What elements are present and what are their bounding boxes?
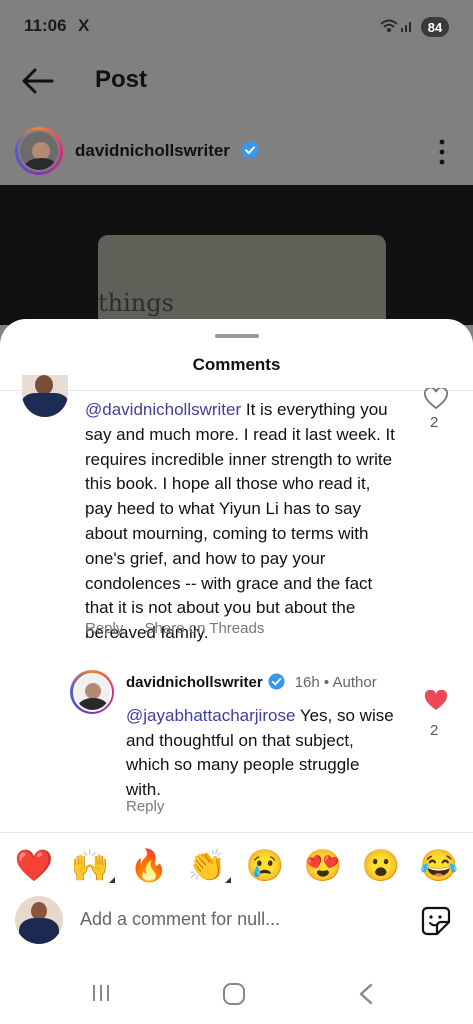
comment-body: It is everything you say and much more. … xyxy=(85,400,395,643)
current-user-avatar xyxy=(15,896,63,944)
divider xyxy=(0,832,473,833)
post-owner-avatar[interactable] xyxy=(15,127,63,175)
battery-indicator: 84 xyxy=(421,17,449,37)
drag-handle[interactable] xyxy=(215,334,259,338)
fire-emoji-button[interactable]: 🔥 xyxy=(130,846,169,884)
surprised-emoji-button[interactable]: 😮 xyxy=(362,846,401,884)
verified-badge-icon xyxy=(241,141,259,159)
verified-badge-icon xyxy=(268,673,285,690)
system-back-icon[interactable] xyxy=(358,983,374,1005)
reply-author-avatar[interactable] xyxy=(70,670,114,714)
reply-username[interactable]: davidnichollswriter xyxy=(126,674,263,691)
author-label: • Author xyxy=(323,674,377,691)
divider xyxy=(0,390,473,391)
variant-indicator xyxy=(225,877,231,883)
heart-eyes-emoji-button[interactable]: 😍 xyxy=(304,846,343,884)
comments-title: Comments xyxy=(192,355,281,374)
post-image: things xyxy=(0,185,473,325)
reply-time: 16h xyxy=(294,674,320,691)
comment-actions: Reply Share on Threads xyxy=(85,620,281,637)
share-on-threads-button[interactable]: Share on Threads xyxy=(145,620,265,637)
variant-indicator xyxy=(109,877,115,883)
comment-text: @davidnichollswriter It is everything yo… xyxy=(85,398,395,646)
wifi-icon xyxy=(380,19,398,32)
signal-icon xyxy=(401,22,411,32)
reply-mention[interactable]: @jayabhattacharjirose xyxy=(126,706,295,725)
reply-header: davidnichollswriter 16h • Author xyxy=(126,673,377,691)
sticker-icon[interactable] xyxy=(421,906,451,936)
system-navigation-bar xyxy=(0,975,473,1024)
heart-outline-icon[interactable] xyxy=(424,388,448,410)
crying-emoji-button[interactable]: 😢 xyxy=(246,846,285,884)
post-owner-username[interactable]: davidnichollswriter xyxy=(75,141,230,160)
post-owner-name[interactable]: davidnichollswriter xyxy=(75,141,259,161)
commenter-avatar[interactable] xyxy=(22,375,68,417)
recent-apps-icon[interactable] xyxy=(91,984,111,1002)
status-bar: 11:06 X 84 xyxy=(0,0,473,56)
reply-button[interactable]: Reply xyxy=(85,620,123,637)
emoji-reaction-bar: ❤️ 🙌 🔥 👏 😢 😍 😮 😂 xyxy=(0,846,473,886)
book-cover-text: things xyxy=(98,289,174,317)
heart-filled-icon[interactable] xyxy=(424,690,448,712)
laughing-emoji-button[interactable]: 😂 xyxy=(420,846,459,884)
comment-mention[interactable]: @davidnichollswriter xyxy=(85,400,241,419)
back-arrow-icon[interactable] xyxy=(20,66,54,96)
reply-button[interactable]: Reply xyxy=(126,798,164,815)
x-app-icon: X xyxy=(78,16,90,35)
comments-sheet: Comments @davidnichollswriter It is ever… xyxy=(0,319,473,1024)
page-title: Post xyxy=(95,66,148,93)
raised-hands-emoji-button[interactable]: 🙌 xyxy=(71,846,110,884)
more-options-icon[interactable] xyxy=(436,138,448,166)
reply-like-count: 2 xyxy=(430,722,439,739)
home-icon[interactable] xyxy=(223,983,245,1005)
clapping-hands-emoji-button[interactable]: 👏 xyxy=(188,846,227,884)
reply-text: @jayabhattacharjirose Yes, so wise and t… xyxy=(126,704,396,802)
comment-input[interactable]: Add a comment for null... xyxy=(80,909,380,930)
comment-like-count: 2 xyxy=(430,414,439,431)
heart-emoji-button[interactable]: ❤️ xyxy=(15,846,54,884)
clock: 11:06 xyxy=(24,16,67,35)
